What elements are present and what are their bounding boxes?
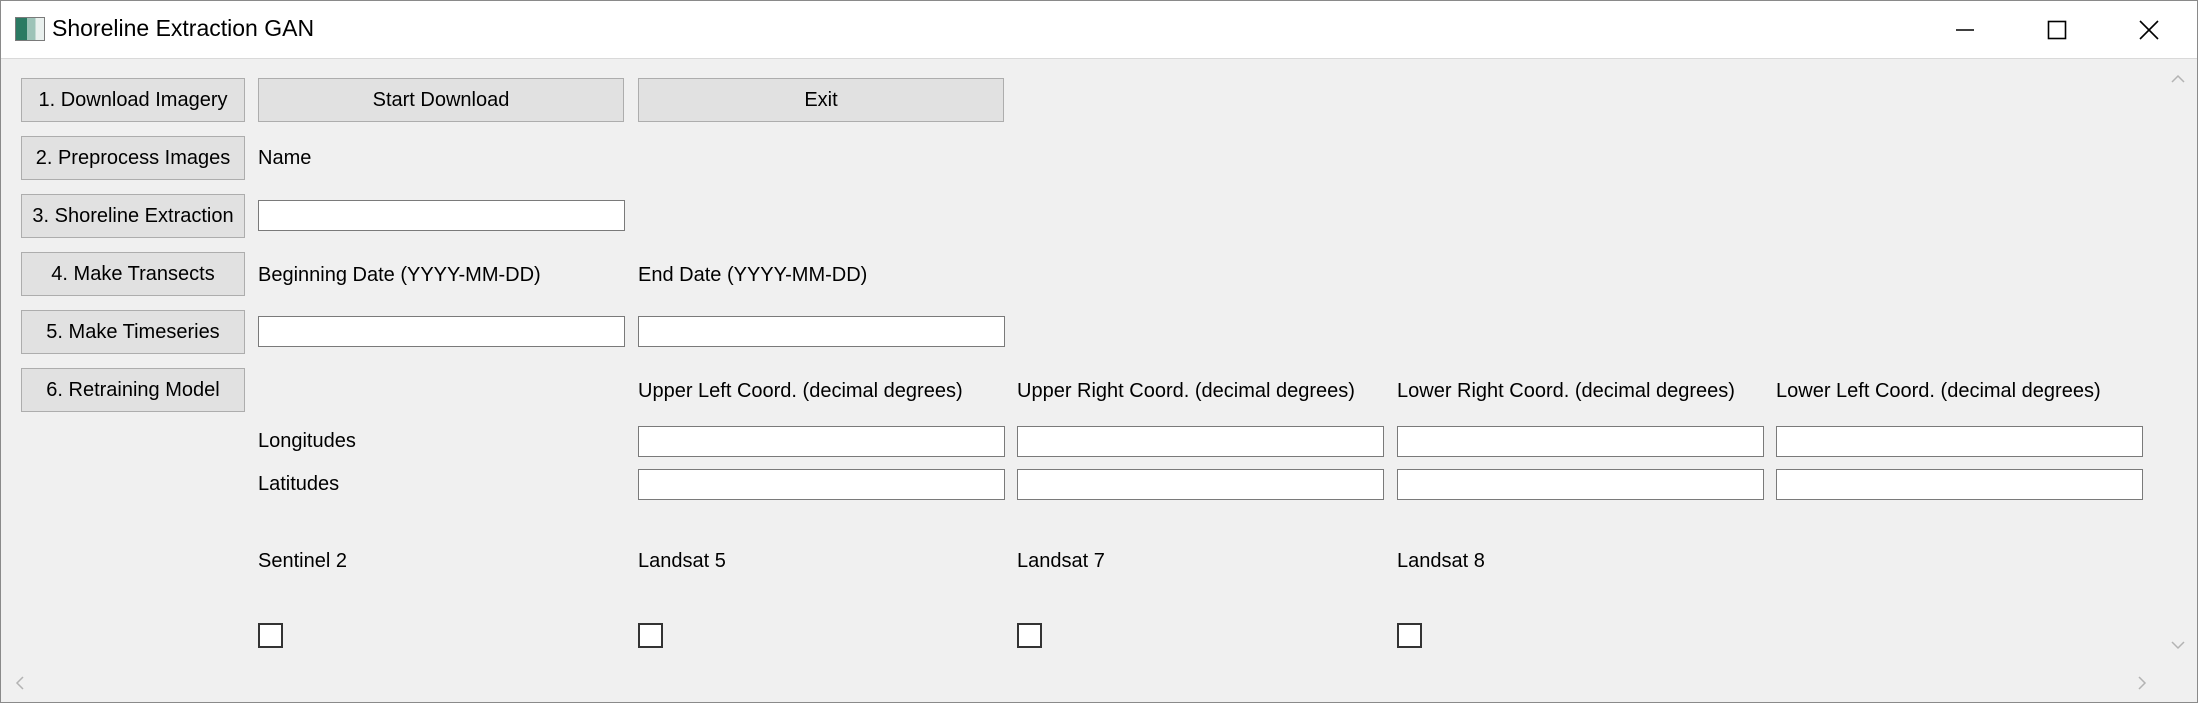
latitude-lower-right-input[interactable] [1397, 469, 1764, 500]
chevron-up-icon [2171, 74, 2185, 83]
landsat-7-checkbox[interactable] [1017, 623, 1042, 648]
name-label: Name [258, 147, 312, 169]
chevron-right-icon [2138, 675, 2147, 690]
sentinel-2-checkbox[interactable] [258, 623, 283, 648]
name-input[interactable] [258, 200, 625, 231]
end-date-label: End Date (YYYY-MM-DD) [638, 264, 868, 286]
landsat-7-label: Landsat 7 [1017, 550, 1105, 572]
lower-left-coord-header: Lower Left Coord. (decimal degrees) [1776, 380, 2101, 402]
title-bar: Shoreline Extraction GAN [1, 1, 2197, 59]
start-download-button[interactable]: Start Download [258, 78, 624, 122]
horizontal-scrollbar[interactable] [2, 665, 2160, 700]
upper-right-coord-header: Upper Right Coord. (decimal degrees) [1017, 380, 1355, 402]
chevron-left-icon [15, 675, 24, 690]
landsat-5-checkbox[interactable] [638, 623, 663, 648]
begin-date-label: Beginning Date (YYYY-MM-DD) [258, 264, 541, 286]
begin-date-input[interactable] [258, 316, 625, 347]
sidebar-item-make-timeseries[interactable]: 5. Make Timeseries [21, 310, 245, 354]
longitude-upper-right-input[interactable] [1017, 426, 1384, 457]
longitudes-label: Longitudes [258, 430, 356, 452]
latitude-lower-left-input[interactable] [1776, 469, 2143, 500]
scroll-up-button[interactable] [2160, 67, 2196, 91]
chevron-down-icon [2171, 641, 2185, 650]
sentinel-2-label: Sentinel 2 [258, 550, 347, 572]
vertical-scrollbar[interactable] [2160, 59, 2196, 665]
exit-button[interactable]: Exit [638, 78, 1004, 122]
app-icon [15, 17, 45, 41]
maximize-button[interactable] [2011, 1, 2103, 58]
latitude-upper-right-input[interactable] [1017, 469, 1384, 500]
maximize-icon [2047, 20, 2067, 39]
longitude-upper-left-input[interactable] [638, 426, 1005, 457]
sidebar-item-shoreline-extraction[interactable]: 3. Shoreline Extraction [21, 194, 245, 238]
landsat-8-checkbox[interactable] [1397, 623, 1422, 648]
sidebar-item-download-imagery[interactable]: 1. Download Imagery [21, 78, 245, 122]
minimize-icon [1956, 28, 1974, 31]
longitude-lower-right-input[interactable] [1397, 426, 1764, 457]
sidebar-item-retraining-model[interactable]: 6. Retraining Model [21, 368, 245, 412]
scrollbar-corner [2160, 665, 2196, 700]
scroll-left-button[interactable] [8, 665, 32, 700]
landsat-8-label: Landsat 8 [1397, 550, 1485, 572]
close-icon [2139, 19, 2159, 40]
lower-right-coord-header: Lower Right Coord. (decimal degrees) [1397, 380, 1735, 402]
latitudes-label: Latitudes [258, 473, 340, 495]
scroll-down-button[interactable] [2160, 633, 2196, 657]
main-window: Shoreline Extraction GAN 1. Download Ima… [0, 0, 2198, 703]
longitude-lower-left-input[interactable] [1776, 426, 2143, 457]
latitude-upper-left-input[interactable] [638, 469, 1005, 500]
end-date-input[interactable] [638, 316, 1005, 347]
landsat-5-label: Landsat 5 [638, 550, 726, 572]
window-title: Shoreline Extraction GAN [52, 15, 315, 41]
scroll-right-button[interactable] [2130, 665, 2154, 700]
close-button[interactable] [2103, 1, 2195, 58]
sidebar-item-make-transects[interactable]: 4. Make Transects [21, 252, 245, 296]
minimize-button[interactable] [1919, 1, 2011, 58]
upper-left-coord-header: Upper Left Coord. (decimal degrees) [638, 380, 963, 402]
sidebar-item-preprocess-images[interactable]: 2. Preprocess Images [21, 136, 245, 180]
